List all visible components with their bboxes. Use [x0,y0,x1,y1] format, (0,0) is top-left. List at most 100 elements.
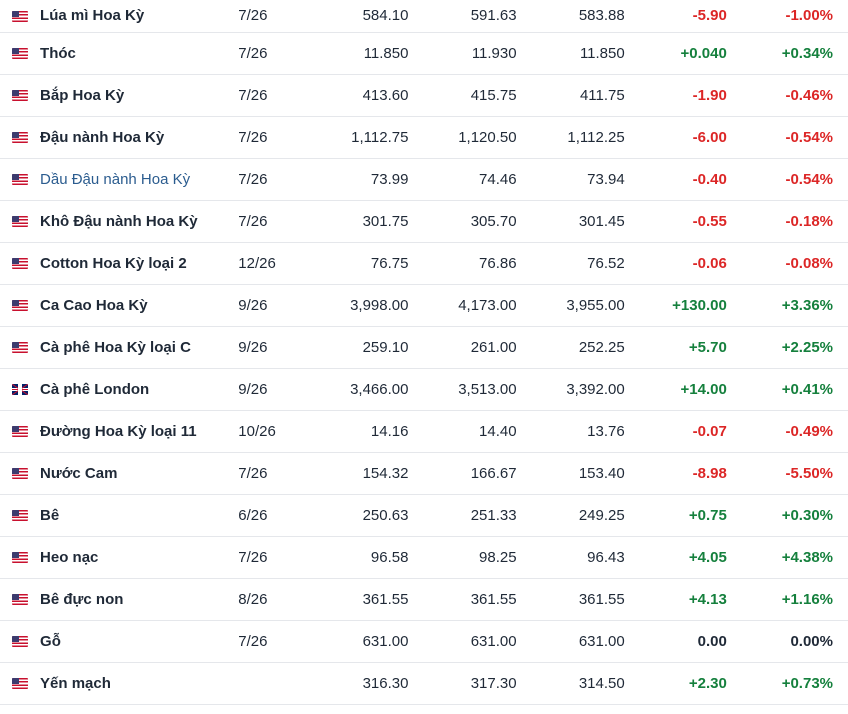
last-price: 76.75 [370,254,409,272]
table-row[interactable]: Nước Cam 7/26 154.32 166.67 153.40 -8.98 -5.50… [0,452,848,494]
last-price: 3,466.00 [350,380,409,398]
low-price: 301.45 [578,212,625,230]
table-row[interactable]: Heo nạc 7/26 96.58 98.25 96.43 +4.05 +4.38% [0,536,848,578]
us-flag-icon [12,594,28,606]
table-row[interactable]: Đậu nành Hoa Kỳ 7/26 1,112.75 1,120.50 1,112… [0,116,848,158]
table-row[interactable]: Đường Hoa Kỳ loại 11 10/26 14.16 14.40 13.76… [0,410,848,452]
high-price: 1,120.50 [458,128,517,146]
table-row[interactable]: Thóc 7/26 11.850 11.930 11.850 +0.040 +0.34% [0,32,848,74]
change-percent: +0.34% [781,44,833,62]
us-flag-icon [12,10,28,22]
change-value: +14.00 [680,380,727,398]
change-percent: 0.00% [790,632,833,650]
table-row[interactable]: Bắp Hoa Kỳ 7/26 413.60 415.75 411.75 -1.90 -0.… [0,74,848,116]
table-row[interactable]: Yến mạch 316.30 317.30 314.50 +2.30 +0.73% [0,662,848,704]
low-price: 13.76 [587,422,625,440]
low-price: 96.43 [587,548,625,566]
last-price: 3,998.00 [350,296,409,314]
flag-cell [0,494,38,536]
low-price: 249.25 [578,506,625,524]
high-price: 251.33 [470,506,517,524]
table-row[interactable]: Cà phê Hoa Kỳ loại C 9/26 259.10 261.00 252.… [0,326,848,368]
change-percent: +2.25% [781,338,833,356]
commodity-name-link[interactable]: Cà phê London [38,368,237,410]
table-row[interactable]: Cotton Hoa Kỳ loại 2 12/26 76.75 76.86 76.52… [0,242,848,284]
change-value: -6.00 [692,128,727,146]
commodity-name-link[interactable]: Gỗ [38,620,237,662]
contract-month [237,662,298,704]
flag-cell [0,662,38,704]
contract-month: 7/26 [238,44,268,62]
low-price: 1,112.25 [567,128,625,146]
contract-month: 10/26 [238,422,276,440]
change-value: -0.06 [692,254,727,272]
change-percent: -0.54% [785,128,833,146]
high-price: 14.40 [479,422,517,440]
last-price: 584.10 [362,7,409,25]
contract-month: 7/26 [238,170,268,188]
last-price: 301.75 [362,212,409,230]
low-price: 76.52 [587,254,625,272]
table-row[interactable]: Lúa mì Hoa Kỳ 7/26 584.10 591.63 583.88 -5.90… [0,0,848,32]
low-price: 361.55 [578,590,625,608]
us-flag-icon [12,426,28,438]
commodity-name-link[interactable]: Heo nạc [38,536,237,578]
change-value: -5.90 [692,7,727,25]
table-row[interactable]: Bê 6/26 250.63 251.33 249.25 +0.75 +0.30% [0,494,848,536]
change-percent: +0.73% [781,674,833,692]
contract-month: 7/26 [238,86,268,104]
commodity-name-link[interactable]: Bê [38,494,237,536]
commodity-name-link[interactable]: Ca Cao Hoa Kỳ [38,284,237,326]
change-percent: +1.16% [781,590,833,608]
high-price: 261.00 [470,338,517,356]
high-price: 415.75 [470,86,517,104]
us-flag-icon [12,636,28,648]
commodity-name-link[interactable]: Cà phê Hoa Kỳ loại C [38,326,237,368]
table-row[interactable]: Khô Đậu nành Hoa Kỳ 7/26 301.75 305.70 301.4… [0,200,848,242]
table-row[interactable]: Ca Cao Hoa Kỳ 9/26 3,998.00 4,173.00 3,955.0… [0,284,848,326]
commodity-name-link[interactable]: Lúa mì Hoa Kỳ [38,0,237,32]
change-value: +4.05 [688,548,727,566]
change-value: +130.00 [672,296,727,314]
change-percent: -0.46% [785,86,833,104]
flag-cell [0,0,38,32]
flag-cell [0,578,38,620]
flag-cell [0,284,38,326]
flag-cell [0,116,38,158]
table-row[interactable]: Cà phê London 9/26 3,466.00 3,513.00 3,392.0… [0,368,848,410]
change-percent: +3.36% [781,296,833,314]
low-price: 3,392.00 [566,380,625,398]
commodity-name-link[interactable]: Bắp Hoa Kỳ [38,74,237,116]
contract-month: 12/26 [238,254,276,272]
flag-cell [0,326,38,368]
change-value: +4.13 [688,590,727,608]
commodity-name-link[interactable]: Thóc [38,32,237,74]
commodity-name-link[interactable]: Đường Hoa Kỳ loại 11 [38,410,237,452]
contract-month: 7/26 [238,464,268,482]
commodity-name-link[interactable]: Bê đực non [38,578,237,620]
commodity-name-link[interactable]: Nước Cam [38,452,237,494]
commodity-name-link[interactable]: Yến mạch [38,662,237,704]
uk-flag-icon [12,384,28,396]
us-flag-icon [12,342,28,354]
change-value: -1.90 [692,86,727,104]
table-row[interactable]: Gỗ 7/26 631.00 631.00 631.00 0.00 0.00% [0,620,848,662]
change-percent: -0.08% [785,254,833,272]
last-price: 361.55 [362,590,409,608]
commodity-name-link[interactable]: Cotton Hoa Kỳ loại 2 [38,242,237,284]
commodity-name-link[interactable]: Dầu Đậu nành Hoa Kỳ [38,158,237,200]
flag-cell [0,410,38,452]
table-row[interactable]: Dầu Đậu nành Hoa Kỳ 7/26 73.99 74.46 73.94 -0… [0,158,848,200]
contract-month: 9/26 [238,338,268,356]
change-value: -0.07 [692,422,727,440]
change-percent: +0.30% [781,506,833,524]
low-price: 252.25 [578,338,625,356]
commodity-name-link[interactable]: Đậu nành Hoa Kỳ [38,116,237,158]
high-price: 631.00 [470,632,517,650]
flag-cell [0,200,38,242]
change-percent: -1.00% [785,7,833,25]
table-row[interactable]: Bê đực non 8/26 361.55 361.55 361.55 +4.13 +1.… [0,578,848,620]
commodity-name-link[interactable]: Khô Đậu nành Hoa Kỳ [38,200,237,242]
change-value: +5.70 [688,338,727,356]
change-percent: +4.38% [781,548,833,566]
